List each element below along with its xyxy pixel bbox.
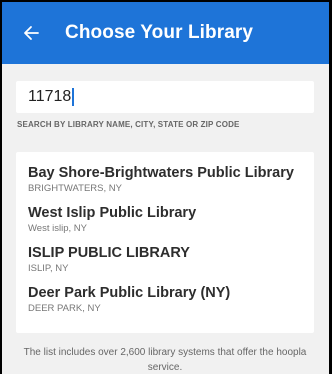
- list-item[interactable]: West Islip Public Library West islip, NY: [16, 205, 314, 245]
- library-name: West Islip Public Library: [28, 205, 197, 221]
- back-button[interactable]: [11, 13, 51, 53]
- page-title: Choose Your Library: [65, 22, 254, 43]
- library-location: DEER PARK, NY: [28, 303, 101, 314]
- search-input[interactable]: 11718: [16, 81, 314, 113]
- list-item[interactable]: Bay Shore-Brightwaters Public Library BR…: [16, 165, 314, 205]
- search-input-value: 11718: [28, 88, 72, 105]
- list-item[interactable]: Deer Park Public Library (NY) DEER PARK,…: [16, 285, 314, 325]
- library-name: Deer Park Public Library (NY): [28, 285, 231, 301]
- search-hint: SEARCH BY LIBRARY NAME, CITY, STATE OR Z…: [17, 120, 240, 129]
- results-list: Bay Shore-Brightwaters Public Library BR…: [16, 152, 314, 333]
- footer-note: The list includes over 2,600 library sys…: [23, 347, 307, 373]
- app-bar: Choose Your Library: [2, 2, 329, 64]
- app-window: Choose Your Library 11718 SEARCH BY LIBR…: [2, 2, 329, 374]
- library-name: ISLIP PUBLIC LIBRARY: [28, 245, 190, 261]
- library-name: Bay Shore-Brightwaters Public Library: [28, 165, 294, 181]
- arrow-left-icon: [24, 26, 39, 40]
- library-location: BRIGHTWATERS, NY: [28, 183, 122, 194]
- library-location: ISLIP, NY: [28, 263, 69, 274]
- screen: Choose Your Library 11718 SEARCH BY LIBR…: [0, 0, 332, 374]
- text-cursor: [72, 88, 75, 106]
- list-item[interactable]: ISLIP PUBLIC LIBRARY ISLIP, NY: [16, 245, 314, 285]
- library-location: West islip, NY: [28, 223, 87, 234]
